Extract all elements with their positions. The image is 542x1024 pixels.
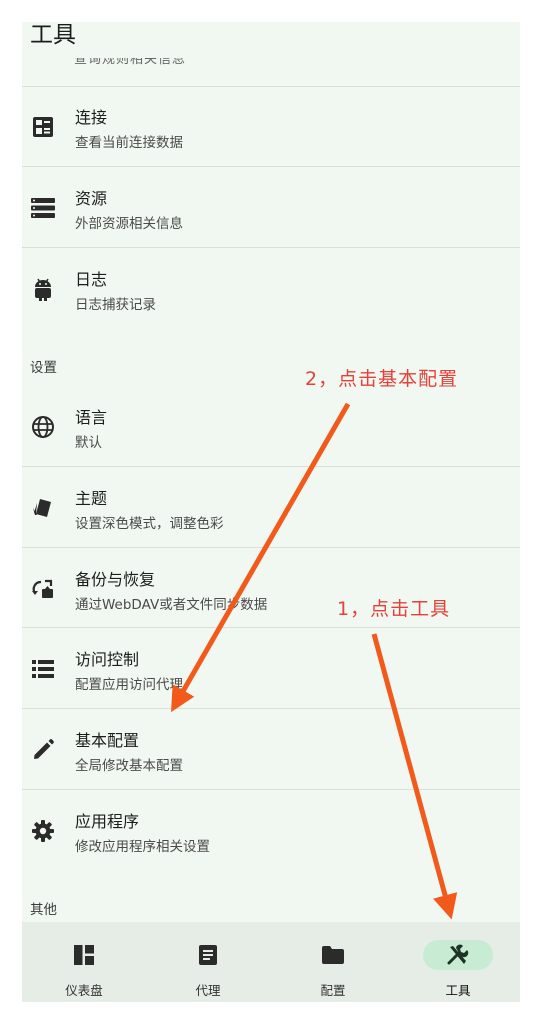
item-title: 基本配置 [75, 731, 140, 750]
resources-icon [30, 195, 56, 221]
menu-item-theme[interactable]: 主题 设置深色模式，调整色彩 [22, 467, 520, 547]
menu-item-application[interactable]: 应用程序 修改应用程序相关设置 [22, 790, 520, 870]
menu-item-access-control[interactable]: 访问控制 配置应用访问代理 [22, 628, 520, 708]
proxy-icon [180, 940, 236, 970]
item-title: 连接 [75, 108, 108, 127]
item-title: 主题 [75, 489, 108, 508]
gear-icon [30, 818, 56, 844]
nav-tab-proxy[interactable]: 代理 [146, 922, 270, 1002]
list-icon [30, 656, 56, 682]
nav-label: 仪表盘 [65, 983, 103, 998]
pencil-icon [30, 737, 56, 763]
item-subtitle: 查看当前连接数据 [75, 135, 183, 151]
nav-label: 配置 [320, 983, 346, 998]
item-title: 访问控制 [75, 650, 140, 669]
item-subtitle: 日志捕获记录 [75, 297, 156, 313]
item-subtitle: 修改应用程序相关设置 [75, 839, 210, 855]
dashboard-icon [56, 940, 112, 970]
menu-item-resources[interactable]: 资源 外部资源相关信息 [22, 167, 520, 247]
nav-tab-tools[interactable]: 工具 [396, 922, 520, 1002]
menu-item-logs[interactable]: 日志 日志捕获记录 [22, 248, 520, 328]
globe-icon [30, 414, 56, 440]
item-subtitle: 配置应用访问代理 [75, 677, 183, 693]
connections-icon [30, 114, 56, 140]
section-header-settings: 设置 [30, 360, 57, 376]
item-subtitle: 默认 [75, 435, 102, 451]
nav-label: 工具 [445, 983, 471, 998]
item-title: 备份与恢复 [75, 570, 156, 589]
annotation-step-2: 2，点击基本配置 [305, 368, 459, 390]
item-subtitle: 通过WebDAV或者文件同步数据 [75, 597, 268, 613]
android-icon [30, 276, 56, 302]
annotation-step-1: 1，点击工具 [337, 598, 451, 620]
menu-item-connections[interactable]: 连接 查看当前连接数据 [22, 86, 520, 166]
theme-icon [30, 495, 56, 521]
folder-icon [305, 940, 361, 970]
nav-tab-config[interactable]: 配置 [271, 922, 395, 1002]
nav-tab-dashboard[interactable]: 仪表盘 [22, 922, 146, 1002]
item-title: 语言 [75, 408, 108, 427]
item-subtitle: 外部资源相关信息 [75, 216, 183, 232]
item-subtitle: 设置深色模式，调整色彩 [75, 516, 224, 532]
section-header-other: 其他 [30, 902, 57, 918]
backup-restore-icon [30, 576, 56, 602]
item-title: 资源 [75, 189, 108, 208]
menu-item-language[interactable]: 语言 默认 [22, 386, 520, 466]
item-subtitle: 全局修改基本配置 [75, 758, 183, 774]
item-title: 应用程序 [75, 812, 140, 831]
item-title: 日志 [75, 270, 108, 289]
clipped-item-subtitle: 查询规则相关信息 [74, 58, 186, 65]
nav-label: 代理 [195, 983, 221, 998]
bottom-navigation: 仪表盘 代理 配置 工具 [22, 922, 520, 1002]
menu-item-basic-config[interactable]: 基本配置 全局修改基本配置 [22, 709, 520, 789]
tools-icon [423, 940, 493, 970]
tools-screen: 工具 查询规则相关信息 连接 查看当前连接数据 资源 外部资源相关信息 日志 日… [22, 22, 520, 1002]
page-title: 工具 [30, 22, 76, 48]
